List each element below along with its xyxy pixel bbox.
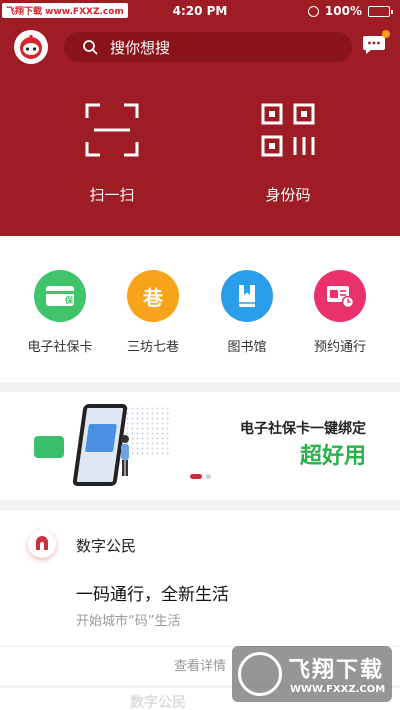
service-label: 电子社保卡 (27, 340, 93, 355)
status-bar: 飞翔下载 www.FXXZ.com 4:20 PM 100% (0, 0, 400, 22)
scan-button[interactable]: 扫一扫 (52, 102, 172, 205)
search-icon (83, 40, 98, 55)
digital-citizen-logo-icon (28, 530, 56, 558)
banner-slogan: 超好用 (299, 444, 366, 469)
notification-dot (382, 30, 390, 38)
battery-icon (368, 5, 393, 17)
card-title: 数字公民 (76, 537, 137, 555)
service-library[interactable]: 图书馆 (207, 270, 287, 355)
peek-title: 数字公民 (130, 695, 186, 710)
library-book-icon (221, 270, 273, 322)
scan-icon (85, 103, 139, 157)
watermark-overlay: 飞翔下载 WWW.FXXZ.COM (232, 646, 392, 702)
search-bar[interactable]: 搜你想搜 (64, 32, 352, 62)
service-label: 三坊七巷 (126, 340, 179, 355)
identity-code-label: 身份码 (265, 186, 311, 204)
card-subtitle: 开始城市“码”生活 (76, 614, 181, 629)
promo-banner[interactable]: 电子社保卡一键绑定 超好用 (0, 392, 400, 500)
search-placeholder: 搜你想搜 (110, 38, 171, 57)
service-appointment[interactable]: 预约通行 (300, 270, 380, 355)
avatar[interactable] (14, 30, 48, 64)
banner-title: 电子社保卡一键绑定 (240, 421, 366, 437)
social-security-card-icon: 保 (34, 270, 86, 322)
card-headline: 一码通行，全新生活 (76, 585, 229, 605)
alley-icon: 巷 (127, 270, 179, 322)
service-label: 预约通行 (313, 340, 366, 355)
mascot-icon (20, 35, 42, 59)
person-illustration-icon (121, 435, 129, 476)
watermark-url: WWW.FXXZ.COM (290, 684, 386, 695)
watermark-logo-icon (238, 652, 282, 696)
svg-text:保: 保 (64, 295, 74, 305)
pager-dot-active (190, 474, 202, 479)
scan-label: 扫一扫 (89, 186, 135, 204)
appointment-icon (314, 270, 366, 322)
service-label: 图书馆 (227, 340, 267, 355)
rotation-lock-icon (307, 5, 319, 17)
pager-dot (206, 474, 211, 479)
status-right: 100% (307, 4, 393, 18)
banner-pager (190, 474, 211, 479)
identity-code-button[interactable]: 身份码 (228, 102, 348, 205)
service-alley[interactable]: 巷 三坊七巷 (113, 270, 193, 355)
service-social-security-card[interactable]: 保 电子社保卡 (20, 270, 100, 355)
hero-header: 搜你想搜 扫一扫 身份码 (0, 22, 400, 236)
watermark-title: 飞翔下载 (288, 658, 385, 683)
battery-percent: 100% (324, 4, 362, 18)
service-grid: 保 电子社保卡 巷 三坊七巷 图书馆 预约通行 (0, 236, 400, 382)
qr-code-icon (261, 103, 315, 157)
message-icon[interactable] (362, 34, 386, 56)
card-illustration-icon (34, 436, 64, 458)
